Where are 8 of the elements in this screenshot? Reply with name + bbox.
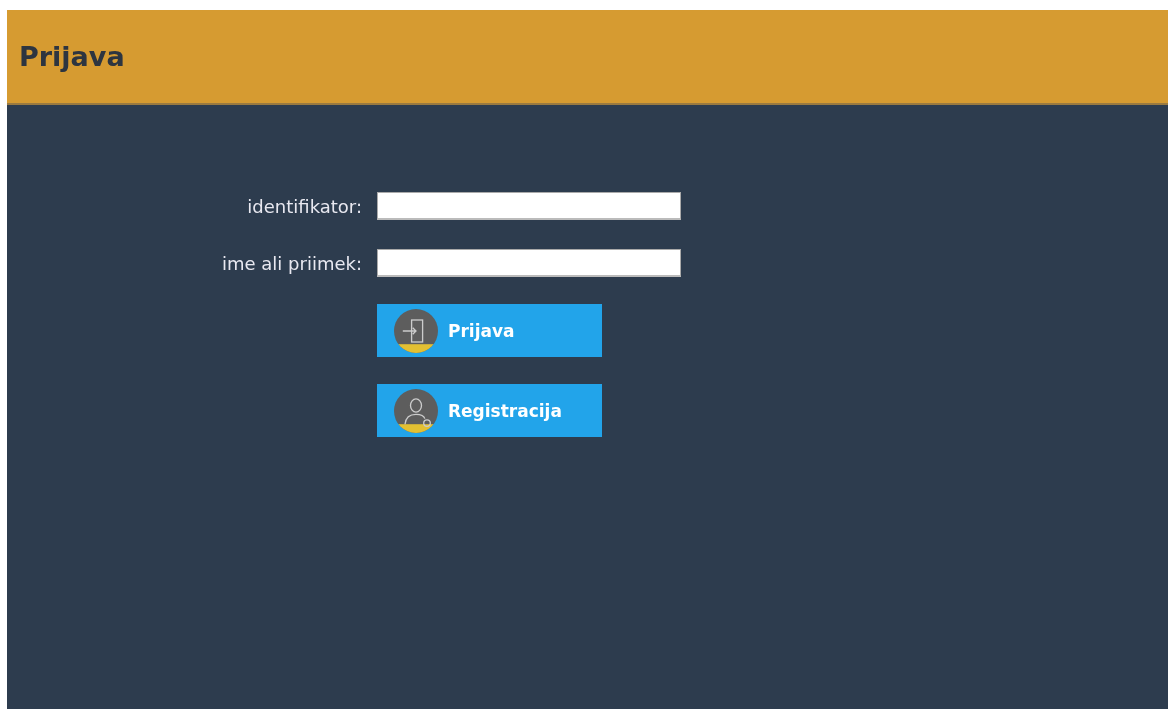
input-field[interactable]: [377, 249, 681, 277]
login-button[interactable]: Prijava: [377, 304, 602, 357]
field-label: identifikator:: [247, 195, 362, 217]
register-button[interactable]: Registracija: [377, 384, 602, 437]
page-title: Prijava: [19, 41, 125, 72]
person-add-icon: [394, 388, 438, 433]
field-label: ime ali priimek:: [222, 252, 362, 274]
input-field[interactable]: [377, 192, 681, 220]
